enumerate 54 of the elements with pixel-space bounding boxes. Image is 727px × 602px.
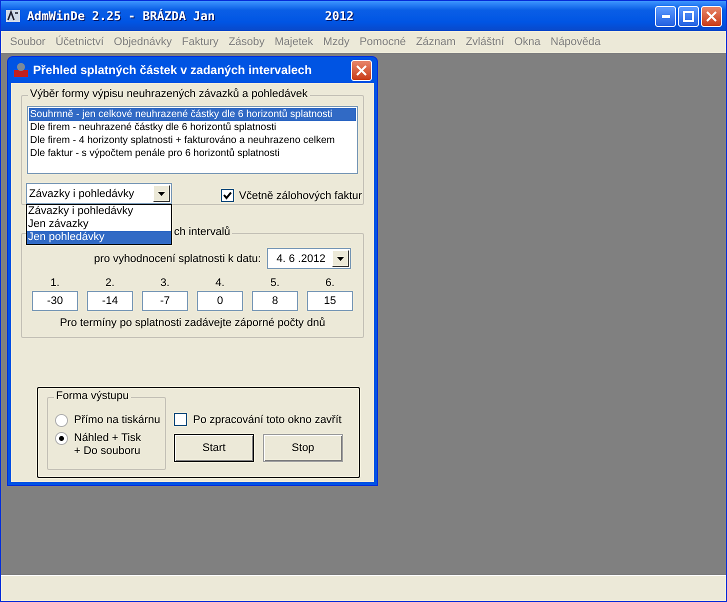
interval-label: 4. <box>214 277 226 289</box>
interval-label: 2. <box>104 277 116 289</box>
type-dropdown[interactable]: Závazky i pohledávky <box>26 183 172 204</box>
checkbox-label: Včetně zálohových faktur <box>239 190 362 202</box>
list-item[interactable]: Souhrnně - jen celkové neuhrazené částky dle 6 horizontů splatnosti <box>29 108 356 121</box>
interval-field[interactable]: -7 <box>142 291 188 311</box>
list-item[interactable]: Dle faktur - s výpočtem penále pro 6 horizontů splatnosti <box>29 147 356 160</box>
list-item[interactable]: Dle firem - 4 horizonty splatnosti + fakturováno a neuhrazeno celkem <box>29 134 356 147</box>
date-field[interactable]: 4. 6 .2012 <box>267 248 351 269</box>
close-button[interactable] <box>701 6 722 26</box>
group-legend: ch intervalů <box>172 226 232 238</box>
minimize-icon <box>662 14 670 18</box>
caret-icon <box>158 192 165 196</box>
window-title: AdmWinDe 2.25 - BRÁZDA Jan <box>27 9 215 23</box>
dropdown-item[interactable]: Jen pohledávky <box>27 231 171 244</box>
hint-text: Pro termíny po splatnosti zadávejte záporné počty dnů <box>60 317 326 329</box>
interval-label: 1. <box>49 277 61 289</box>
action-button[interactable]: Start <box>174 434 254 462</box>
app-icon <box>5 8 21 24</box>
radio-label: Přímo na tiskárnu <box>74 414 160 427</box>
close-button[interactable] <box>351 60 372 80</box>
group-legend: Forma výstupu <box>54 390 131 402</box>
dropdown-button[interactable] <box>153 185 170 202</box>
dialog-title: Přehled splatných částek v zadaných intervalech <box>33 63 312 77</box>
interval-field[interactable]: -30 <box>32 291 78 311</box>
checkbox-label: Po zpracování toto okno zavřít <box>193 414 342 426</box>
interval-field[interactable]: 8 <box>252 291 298 311</box>
close-icon <box>706 10 717 22</box>
radio-dot-icon <box>59 436 64 441</box>
close-icon <box>356 64 367 76</box>
checkbox[interactable] <box>174 413 187 426</box>
action-button[interactable]: Stop <box>263 434 343 462</box>
maximize-icon <box>683 10 694 22</box>
radio-label: Náhled + Tisk + Do souboru <box>74 432 141 458</box>
window-year: 2012 <box>324 9 354 23</box>
interval-field[interactable]: -14 <box>87 291 133 311</box>
interval-label: 6. <box>324 277 336 289</box>
checkbox[interactable] <box>221 189 234 202</box>
interval-label: 5. <box>269 277 281 289</box>
interval-label: 3. <box>159 277 171 289</box>
interval-field[interactable]: 15 <box>307 291 353 311</box>
dropdown-button[interactable] <box>332 250 349 267</box>
interval-field[interactable]: 0 <box>197 291 243 311</box>
group-legend: Výběr formy výpisu neuhrazených závazků a pohledávek <box>28 88 310 100</box>
radio-button[interactable] <box>55 432 68 445</box>
minimize-button[interactable] <box>655 6 676 26</box>
app-icon <box>13 62 29 78</box>
maximize-button[interactable] <box>678 6 699 26</box>
check-icon <box>223 191 232 200</box>
report-list[interactable] <box>27 106 358 174</box>
list-item[interactable]: Dle firem - neuhrazené částky dle 6 horizontů splatnosti <box>29 121 356 134</box>
date-label: pro vyhodnocení splatnosti k datu: <box>94 252 261 264</box>
caret-icon <box>337 256 344 260</box>
radio-button[interactable] <box>55 414 68 427</box>
